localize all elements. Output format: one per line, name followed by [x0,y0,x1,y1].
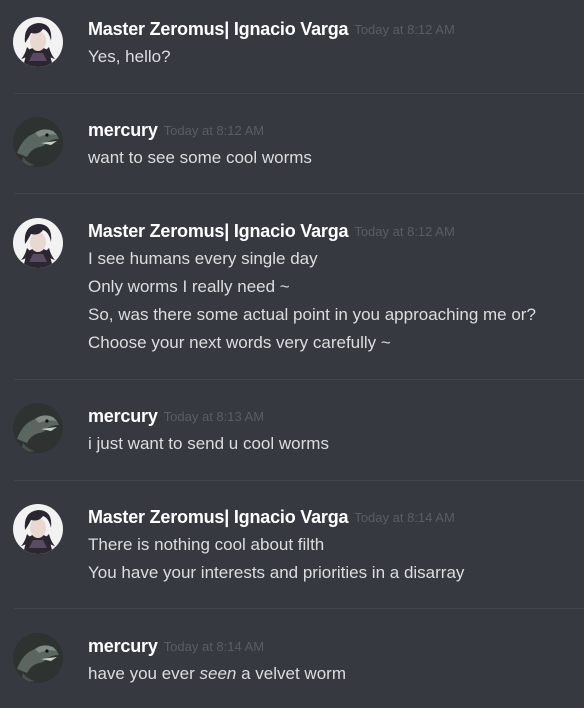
username[interactable]: mercury [88,406,158,426]
message-divider [14,193,584,194]
avatar[interactable] [13,633,63,683]
timestamp: Today at 8:12 AM [354,224,455,239]
message-content: I see humans every single day Only worms… [88,245,578,357]
username[interactable]: Master Zeromus| Ignacio Varga [88,19,349,39]
message-line: There is nothing cool about filth [88,535,325,554]
message-text: a velvet worm [236,664,346,683]
message-content: have you ever seen a velvet worm [88,660,578,688]
raptor-avatar-icon [13,117,63,167]
timestamp: Today at 8:12 AM [163,123,265,138]
message-line: Choose your next words very carefully ~ [88,333,391,352]
raptor-avatar-icon [13,633,63,683]
message-divider [14,608,584,609]
message-line: So, was there some actual point in you a… [88,305,536,324]
message-line: want to see some cool worms [88,148,312,167]
username[interactable]: Master Zeromus| Ignacio Varga [88,507,349,527]
message-divider [14,93,584,94]
avatar[interactable] [13,403,63,453]
username[interactable]: mercury [88,636,158,656]
anime-character-avatar-icon [13,17,63,67]
anime-character-avatar-icon [13,218,63,268]
avatar[interactable] [13,504,63,554]
message-line: I see humans every single day [88,249,318,268]
message-line: You have your interests and priorities i… [88,563,465,582]
message-text: have you ever [88,664,200,683]
message-divider [14,480,584,481]
message-content: Yes, hello? [88,43,578,71]
message-divider [14,379,584,380]
message-line: Yes, hello? [88,47,171,66]
timestamp: Today at 8:14 AM [163,639,265,654]
message-line: Only worms I really need ~ [88,277,290,296]
message-content: want to see some cool worms [88,144,578,172]
message-header: mercury Today at 8:14 AM [88,635,264,659]
message-content: There is nothing cool about filth You ha… [88,531,578,587]
emphasized-text: seen [199,664,237,683]
username[interactable]: mercury [88,120,158,140]
message-header: mercury Today at 8:12 AM [88,119,264,143]
username[interactable]: Master Zeromus| Ignacio Varga [88,221,349,241]
message-header: Master Zeromus| Ignacio Varga Today at 8:… [88,220,455,244]
timestamp: Today at 8:13 AM [163,409,265,424]
avatar[interactable] [13,117,63,167]
message-header: Master Zeromus| Ignacio Varga Today at 8:… [88,18,455,42]
raptor-avatar-icon [13,403,63,453]
message-line: i just want to send u cool worms [88,434,329,453]
anime-character-avatar-icon [13,504,63,554]
avatar[interactable] [13,218,63,268]
timestamp: Today at 8:12 AM [354,22,455,37]
timestamp: Today at 8:14 AM [354,510,455,525]
message-header: Master Zeromus| Ignacio Varga Today at 8:… [88,506,455,530]
message-header: mercury Today at 8:13 AM [88,405,264,429]
message-content: i just want to send u cool worms [88,430,578,458]
message-line: have you ever seen a velvet worm [88,660,578,688]
avatar[interactable] [13,17,63,67]
